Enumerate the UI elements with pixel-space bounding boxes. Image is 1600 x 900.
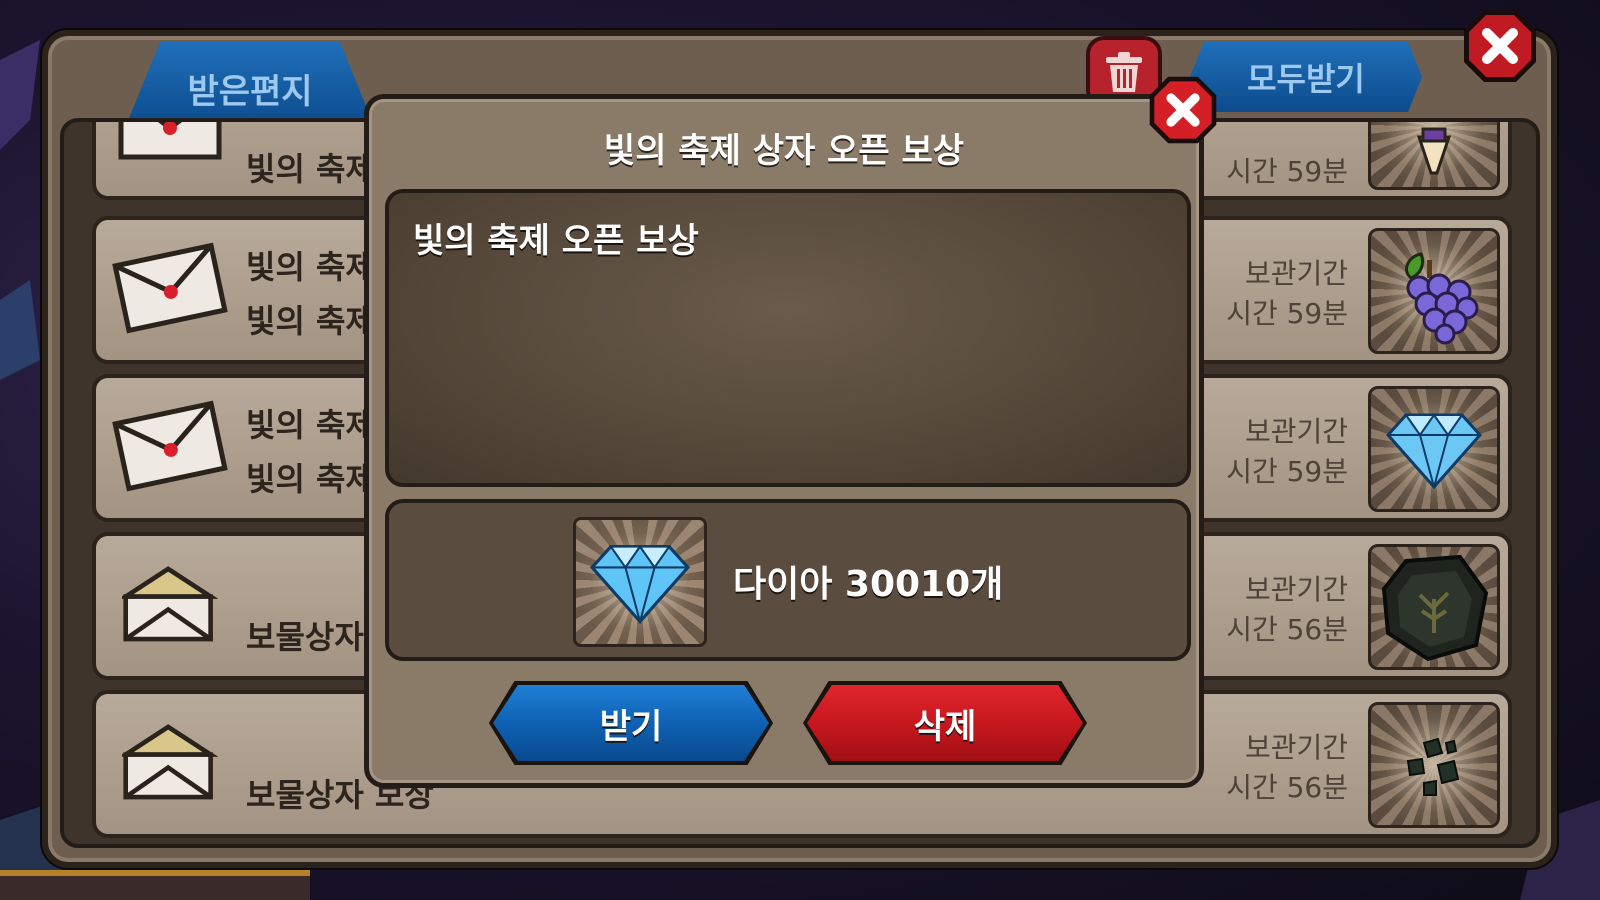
reward-text: 다이아 30010개 bbox=[733, 564, 1004, 605]
potion-icon bbox=[1416, 127, 1452, 175]
opened-envelope-icon bbox=[122, 724, 218, 800]
mail-expiry-label: 보관기간 bbox=[1244, 731, 1348, 764]
mail-expiry-label: 보관기간 bbox=[1244, 573, 1348, 606]
game-screen: 받은편지 모두받기 빛의 축제 시간 59분 빛의 축제 빛의 축제 보관기간 … bbox=[0, 0, 1600, 900]
reward-item bbox=[573, 517, 707, 647]
diamond-icon bbox=[590, 544, 690, 624]
mail-reward-item[interactable] bbox=[1368, 386, 1500, 512]
diamond-icon bbox=[1386, 413, 1482, 489]
receive-button[interactable]: 받기 bbox=[489, 681, 773, 765]
mail-subtitle: 빛의 축제 bbox=[246, 302, 375, 340]
popup-message: 빛의 축제 오픈 보상 bbox=[413, 221, 699, 261]
mail-title: 빛의 축제 bbox=[246, 150, 375, 188]
mail-reward-item[interactable] bbox=[1368, 544, 1500, 670]
mail-expiry-label: 보관기간 bbox=[1244, 257, 1348, 290]
envelope-icon bbox=[112, 242, 228, 334]
mail-subtitle: 빛의 축제 bbox=[246, 460, 375, 498]
popup-title: 빛의 축제 상자 오픈 보상 bbox=[603, 131, 965, 171]
mail-reward-item[interactable] bbox=[1368, 228, 1500, 354]
opened-envelope-icon bbox=[122, 566, 218, 642]
ore-chunks-icon bbox=[1406, 737, 1460, 796]
popup-message-box: 빛의 축제 오픈 보상 bbox=[385, 189, 1191, 487]
reward-box: 다이아 30010개 bbox=[385, 499, 1191, 661]
receive-all-button[interactable]: 모두받기 bbox=[1190, 42, 1422, 112]
delete-button[interactable]: 삭제 bbox=[803, 681, 1087, 765]
mail-title: 보물상자 bbox=[246, 618, 364, 656]
mail-expiry: 시간 56분 bbox=[1226, 771, 1348, 804]
mail-expiry-label: 보관기간 bbox=[1244, 415, 1348, 448]
mail-expiry: 시간 59분 bbox=[1226, 297, 1348, 330]
dark-stone-icon bbox=[1381, 554, 1489, 662]
delete-button-label: 삭제 bbox=[807, 685, 1083, 761]
mail-expiry: 시간 59분 bbox=[1226, 455, 1348, 488]
mail-reward-item[interactable] bbox=[1368, 702, 1500, 828]
mail-title: 빛의 축제 bbox=[246, 406, 375, 444]
mail-reward-item[interactable] bbox=[1368, 122, 1500, 190]
close-mailbox-button[interactable] bbox=[1460, 6, 1540, 86]
reward-popup: 빛의 축제 상자 오픈 보상 빛의 축제 오픈 보상 다이아 30010개 받기… bbox=[364, 94, 1204, 788]
grape-icon bbox=[1405, 252, 1479, 345]
close-icon bbox=[1464, 10, 1536, 82]
tab-received-mail[interactable]: 받은편지 bbox=[125, 42, 375, 128]
mail-title: 빛의 축제 bbox=[246, 248, 375, 286]
mail-expiry: 시간 56분 bbox=[1226, 613, 1348, 646]
envelope-icon bbox=[112, 400, 228, 492]
mail-expiry: 시간 59분 bbox=[1226, 155, 1348, 188]
trash-icon bbox=[1106, 52, 1142, 92]
close-popup-button[interactable] bbox=[1146, 72, 1220, 148]
envelope-icon bbox=[118, 122, 222, 160]
close-icon bbox=[1149, 76, 1217, 144]
receive-button-label: 받기 bbox=[493, 685, 769, 761]
